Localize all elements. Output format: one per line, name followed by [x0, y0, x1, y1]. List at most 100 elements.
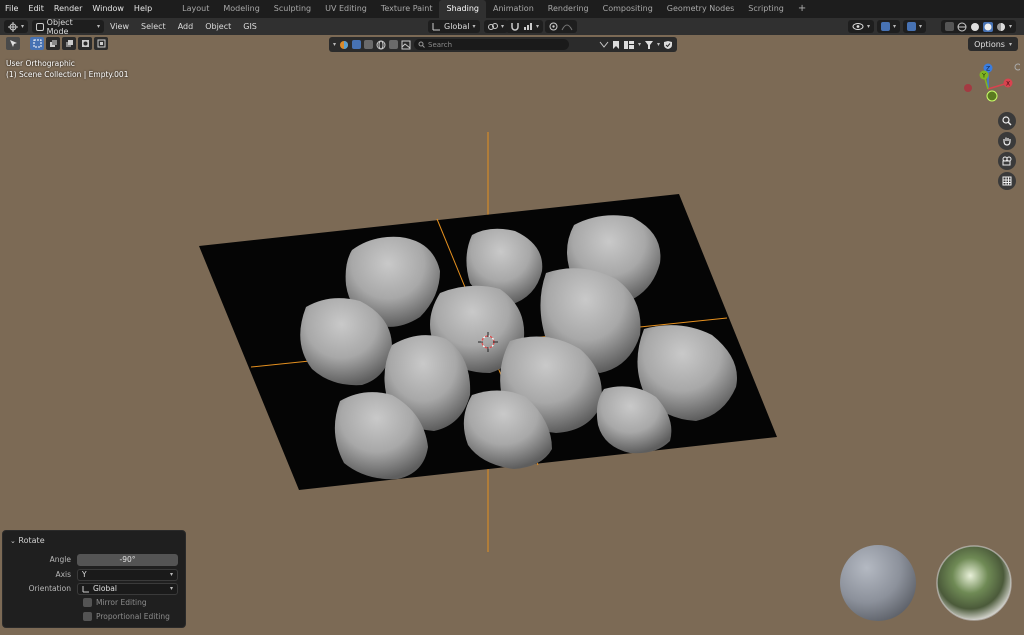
orientation-select[interactable]: Global ▾ [77, 582, 178, 595]
chevron-down-icon: ▾ [169, 585, 173, 592]
navigation-gizmo[interactable]: Z X Y [960, 61, 1020, 111]
solid-shading-icon[interactable] [970, 22, 980, 32]
menu-render[interactable]: Render [49, 0, 87, 18]
snap-target-icon [524, 23, 532, 30]
mode-label: Object Mode [46, 17, 73, 36]
select-box-intersect-button[interactable] [94, 37, 108, 50]
shield-icon[interactable] [663, 40, 673, 50]
menu-edit[interactable]: Edit [23, 0, 49, 18]
search-input[interactable]: Search [414, 39, 570, 50]
tab-layout[interactable]: Layout [175, 0, 216, 18]
link-icon [488, 23, 498, 30]
menu-select[interactable]: Select [135, 22, 172, 31]
tab-shading[interactable]: Shading [439, 0, 486, 18]
xray-icon[interactable] [944, 22, 954, 31]
grid-icon [1002, 176, 1012, 186]
panel-header[interactable]: ⌄ Rotate [10, 536, 45, 545]
world-filter-icon[interactable] [364, 40, 374, 49]
cursor-icon [9, 40, 17, 47]
workspace-tabs: Layout Modeling Sculpting UV Editing Tex… [175, 0, 813, 18]
angle-row: Angle -90° [3, 553, 187, 566]
checkbox-box [83, 598, 92, 607]
menu-file[interactable]: File [0, 0, 23, 18]
tab-texture-paint[interactable]: Texture Paint [374, 0, 440, 18]
tab-sculpting[interactable]: Sculpting [267, 0, 318, 18]
gizmo-toggle-button[interactable]: ▾ [876, 20, 900, 33]
tab-geometry-nodes[interactable]: Geometry Nodes [660, 0, 741, 18]
material-shading-icon[interactable] [982, 21, 993, 32]
options-button[interactable]: Options ▾ [968, 37, 1018, 51]
menu-gis[interactable]: GIS [237, 22, 263, 31]
orientation-row: Orientation Global ▾ [3, 582, 187, 595]
angle-field[interactable]: -90° [77, 553, 178, 566]
checkbox-box [83, 612, 92, 621]
tab-uv-editing[interactable]: UV Editing [318, 0, 374, 18]
tab-modeling[interactable]: Modeling [216, 0, 266, 18]
object-filter-icon[interactable] [352, 40, 362, 49]
mode-select[interactable]: Object Mode ▾ [32, 17, 105, 36]
select-invert-icon [81, 40, 89, 47]
linestyle-filter-icon[interactable] [389, 40, 399, 49]
tab-rendering[interactable]: Rendering [541, 0, 596, 18]
overlays-toggle-button[interactable]: ▾ [902, 20, 926, 33]
pivot-point-button[interactable]: ▾ [484, 20, 509, 33]
shader-icon[interactable] [339, 40, 349, 50]
zoom-button[interactable] [998, 112, 1016, 130]
select-subtract-icon [65, 40, 73, 47]
menu-help[interactable]: Help [129, 0, 157, 18]
camera-view-button[interactable] [998, 152, 1016, 170]
editor-type-button[interactable]: ▾ [4, 20, 29, 33]
filter-icon[interactable] [644, 40, 654, 50]
chevron-down-icon[interactable]: ▾ [638, 41, 641, 48]
menu-view[interactable]: View [104, 22, 135, 31]
search-placeholder: Search [428, 40, 453, 49]
chevron-down-icon: ▾ [1008, 23, 1012, 30]
tab-animation[interactable]: Animation [486, 0, 541, 18]
orientation-icon [82, 585, 89, 592]
tab-scripting[interactable]: Scripting [741, 0, 791, 18]
wireframe-shading-icon[interactable] [957, 22, 967, 32]
angle-value: -90° [119, 555, 136, 564]
chevron-down-icon[interactable]: ▾ [333, 41, 336, 48]
eye-icon [852, 23, 864, 30]
menu-window[interactable]: Window [87, 0, 129, 18]
menu-object[interactable]: Object [199, 22, 237, 31]
falloff-icon [561, 24, 573, 31]
tab-compositing[interactable]: Compositing [596, 0, 660, 18]
add-workspace-icon[interactable]: + [791, 0, 813, 18]
proportional-edit-button[interactable] [545, 20, 577, 33]
select-extend-icon [49, 40, 57, 47]
chevron-down-icon: ▾ [472, 23, 476, 30]
layout-icon[interactable] [623, 40, 635, 50]
search-icon [418, 41, 425, 48]
texture-filter-icon[interactable] [401, 40, 411, 50]
transform-orientation-select[interactable]: Global ▾ [428, 20, 480, 33]
viewport-header: ▾ Object Mode ▾ View Select Add Object G… [0, 17, 1024, 36]
select-box-new-button[interactable] [30, 37, 44, 50]
outliner-filter-bar: ▾ Search ▾ ▾ [329, 37, 677, 52]
chevron-down-icon[interactable]: ▾ [657, 41, 660, 48]
proportional-editing-checkbox[interactable]: Proportional Editing [83, 612, 170, 621]
hand-icon [1003, 137, 1011, 146]
orientation-icon [432, 23, 440, 31]
browse-icon[interactable] [599, 40, 609, 49]
orientation-label: Global [444, 22, 470, 31]
snap-button[interactable]: ▾ [506, 20, 544, 33]
overlays-icon [906, 22, 916, 31]
rendered-shading-icon[interactable] [996, 22, 1006, 32]
select-box-subtract-button[interactable] [62, 37, 76, 50]
perspective-toggle-button[interactable] [998, 172, 1016, 190]
axis-select[interactable]: Y ▾ [77, 568, 178, 581]
mirror-editing-checkbox[interactable]: Mirror Editing [83, 598, 147, 607]
bookmark-icon[interactable] [612, 40, 620, 50]
select-box-invert-button[interactable] [78, 37, 92, 50]
select-box-extend-button[interactable] [46, 37, 60, 50]
select-box-icon [33, 39, 41, 48]
select-tool-button[interactable] [6, 37, 20, 50]
menu-add[interactable]: Add [172, 22, 200, 31]
visibility-button[interactable]: ▾ [847, 20, 874, 33]
pan-button[interactable] [998, 132, 1016, 150]
chevron-down-icon: ▾ [866, 23, 870, 30]
chevron-down-icon: ▾ [892, 23, 896, 30]
globe-icon[interactable] [376, 40, 386, 50]
